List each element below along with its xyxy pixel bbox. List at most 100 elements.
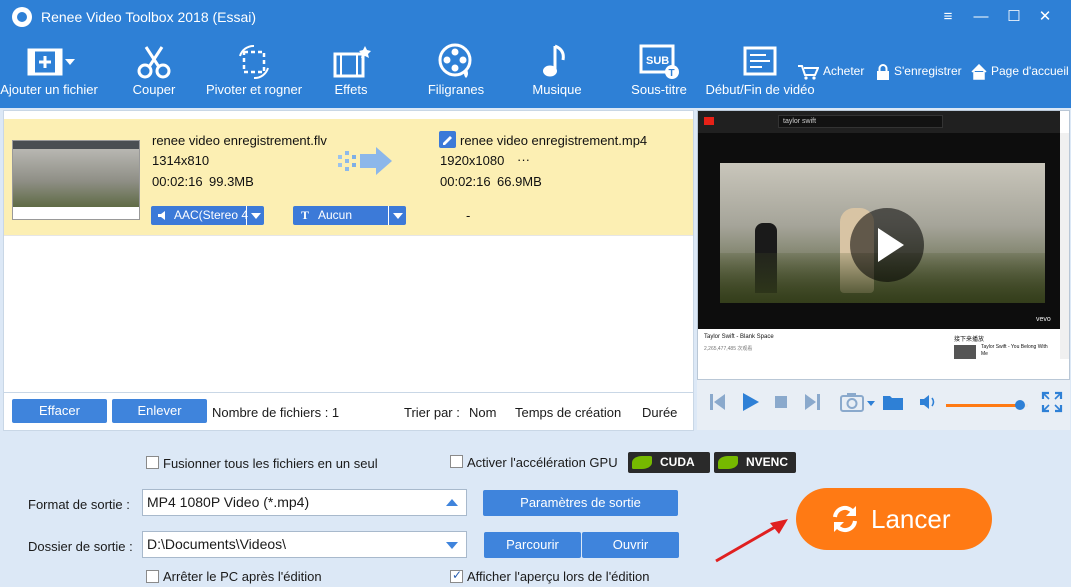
chevron-down-icon [446, 542, 458, 549]
top-bar: Renee Video Toolbox 2018 (Essai) ≡ — ☐ ✕… [0, 0, 1071, 108]
launch-label: Lancer [871, 504, 951, 534]
merge-checkbox[interactable] [146, 456, 159, 469]
youtube-logo-icon [704, 117, 714, 125]
tool-label: Effets [334, 82, 368, 97]
subtitle-dropdown[interactable]: T Aucun [293, 206, 406, 225]
volume-slider[interactable] [946, 400, 1028, 410]
video-scrollbar[interactable] [1060, 133, 1069, 359]
title-bar: Renee Video Toolbox 2018 (Essai) ≡ — ☐ ✕ [0, 0, 1071, 34]
play-icon[interactable] [739, 391, 761, 413]
stop-icon[interactable] [773, 391, 789, 413]
format-label: Format de sortie : [28, 497, 130, 512]
folder-label: Dossier de sortie : [28, 539, 133, 554]
source-resolution: 1314x810 [152, 153, 210, 168]
file-list: renee video enregistrement.flv 1314x810 … [3, 110, 694, 393]
minimize-button[interactable]: — [966, 4, 996, 30]
tool-label: Filigranes [427, 82, 485, 97]
tool-cut[interactable]: Couper [124, 42, 184, 104]
file-row[interactable]: renee video enregistrement.flv 1314x810 … [4, 119, 693, 235]
home-link[interactable]: Page d'accueil [971, 63, 1069, 80]
sort-name-option[interactable]: Nom [469, 405, 496, 420]
shutdown-checkbox[interactable] [146, 570, 159, 583]
output-resolution: 1920x1080 [440, 153, 505, 168]
tool-add-file[interactable]: Ajouter un fichier [0, 42, 98, 104]
tool-rotate-crop[interactable]: Pivoter et rogner [204, 42, 304, 104]
gpu-checkbox[interactable] [450, 455, 463, 468]
output-settings-button[interactable]: Paramètres de sortie [483, 490, 678, 516]
svg-text:SUB: SUB [646, 55, 669, 67]
nvenc-label: NVENC [746, 455, 789, 469]
source-duration: 00:02:16 [152, 174, 203, 189]
tool-label: Pivoter et rogner [205, 82, 303, 97]
subtitle-icon: SUB T [639, 44, 679, 79]
output-folder-value: D:\Documents\Videos\ [147, 536, 287, 552]
preview-video[interactable]: taylor swift vevo Taylor Swift - Blank S… [697, 110, 1070, 380]
play-overlay-icon[interactable] [850, 208, 924, 282]
add-file-icon [27, 48, 75, 76]
sort-duration-option[interactable]: Durée [642, 405, 677, 420]
chevron-down-icon [388, 206, 406, 225]
list-footer: Effacer Enlever Nombre de fichiers : 1 T… [3, 393, 694, 431]
next-video-thumbnail [954, 345, 976, 359]
maximize-button[interactable]: ☐ [999, 4, 1029, 30]
gpu-label: Activer l'accélération GPU [467, 455, 618, 470]
watermark-icon [438, 43, 472, 78]
row-divider [4, 235, 693, 236]
previous-icon[interactable] [709, 391, 727, 413]
tool-effects[interactable]: Effets [326, 42, 376, 104]
up-next-label: 接下来播放 [954, 337, 985, 343]
svg-text:T: T [669, 68, 675, 79]
buy-link[interactable]: Acheter [797, 64, 864, 80]
video-views: 2,265,477,485 次观看 [704, 346, 753, 352]
volume-icon[interactable] [918, 391, 938, 413]
output-format-select[interactable]: MP4 1080P Video (*.mp4) [142, 489, 467, 516]
cuda-badge: CUDA [628, 452, 710, 473]
fullscreen-icon[interactable] [1041, 391, 1063, 413]
app-logo-icon [12, 7, 32, 27]
subtitle-value: Aucun [318, 208, 353, 222]
source-filename: renee video enregistrement.flv [152, 133, 327, 148]
file-count: Nombre de fichiers : 1 [212, 405, 340, 420]
folder-icon[interactable] [882, 391, 904, 413]
lock-icon [877, 64, 889, 80]
tool-label: Couper [132, 82, 176, 97]
output-more-button[interactable]: ··· [517, 152, 530, 167]
sort-by-label: Trier par : [404, 405, 460, 420]
next-icon[interactable] [803, 391, 821, 413]
clear-button[interactable]: Effacer [12, 399, 107, 423]
sort-time-option[interactable]: Temps de création [515, 405, 621, 420]
register-link[interactable]: S'enregistrer [876, 64, 962, 80]
shutdown-label: Arrêter le PC après l'édition [163, 569, 322, 584]
close-button[interactable]: ✕ [1030, 4, 1060, 30]
tool-subtitle[interactable]: SUB T Sous-titre [628, 42, 690, 104]
volume-slider-fill [946, 404, 1020, 407]
speaker-icon [158, 211, 165, 220]
video-thumbnail [12, 140, 140, 220]
snapshot-icon[interactable] [839, 391, 877, 413]
edit-output-icon[interactable] [439, 131, 456, 148]
video-title: Taylor Swift - Blank Space [704, 334, 774, 340]
window-title: Renee Video Toolbox 2018 (Essai) [41, 9, 257, 25]
tool-watermark[interactable]: Filigranes [426, 42, 486, 104]
chevron-down-icon [246, 206, 264, 225]
preview-checkbox[interactable] [450, 568, 463, 583]
browse-button[interactable]: Parcourir [484, 532, 581, 558]
launch-button[interactable]: Lancer [796, 488, 992, 550]
buy-link-label: Acheter [823, 64, 865, 79]
merge-label: Fusionner tous les fichiers en un seul [163, 456, 378, 471]
remove-button[interactable]: Enlever [112, 399, 207, 423]
nvenc-badge: NVENC [714, 452, 796, 473]
volume-slider-handle[interactable] [1014, 400, 1025, 410]
cart-icon [798, 65, 820, 80]
menu-button[interactable]: ≡ [933, 4, 963, 30]
tool-music[interactable]: Musique [530, 42, 584, 104]
cuda-label: CUDA [660, 455, 695, 469]
audio-track-dropdown[interactable]: AAC(Stereo 4 [151, 206, 264, 225]
open-folder-button[interactable]: Ouvrir [582, 532, 679, 558]
home-icon [971, 63, 987, 80]
output-folder-select[interactable]: D:\Documents\Videos\ [142, 531, 467, 558]
text-icon: T [301, 208, 310, 222]
scissors-icon [137, 46, 171, 79]
convert-arrow-icon [338, 147, 392, 175]
preview-label: Afficher l'aperçu lors de l'édition [467, 569, 650, 584]
